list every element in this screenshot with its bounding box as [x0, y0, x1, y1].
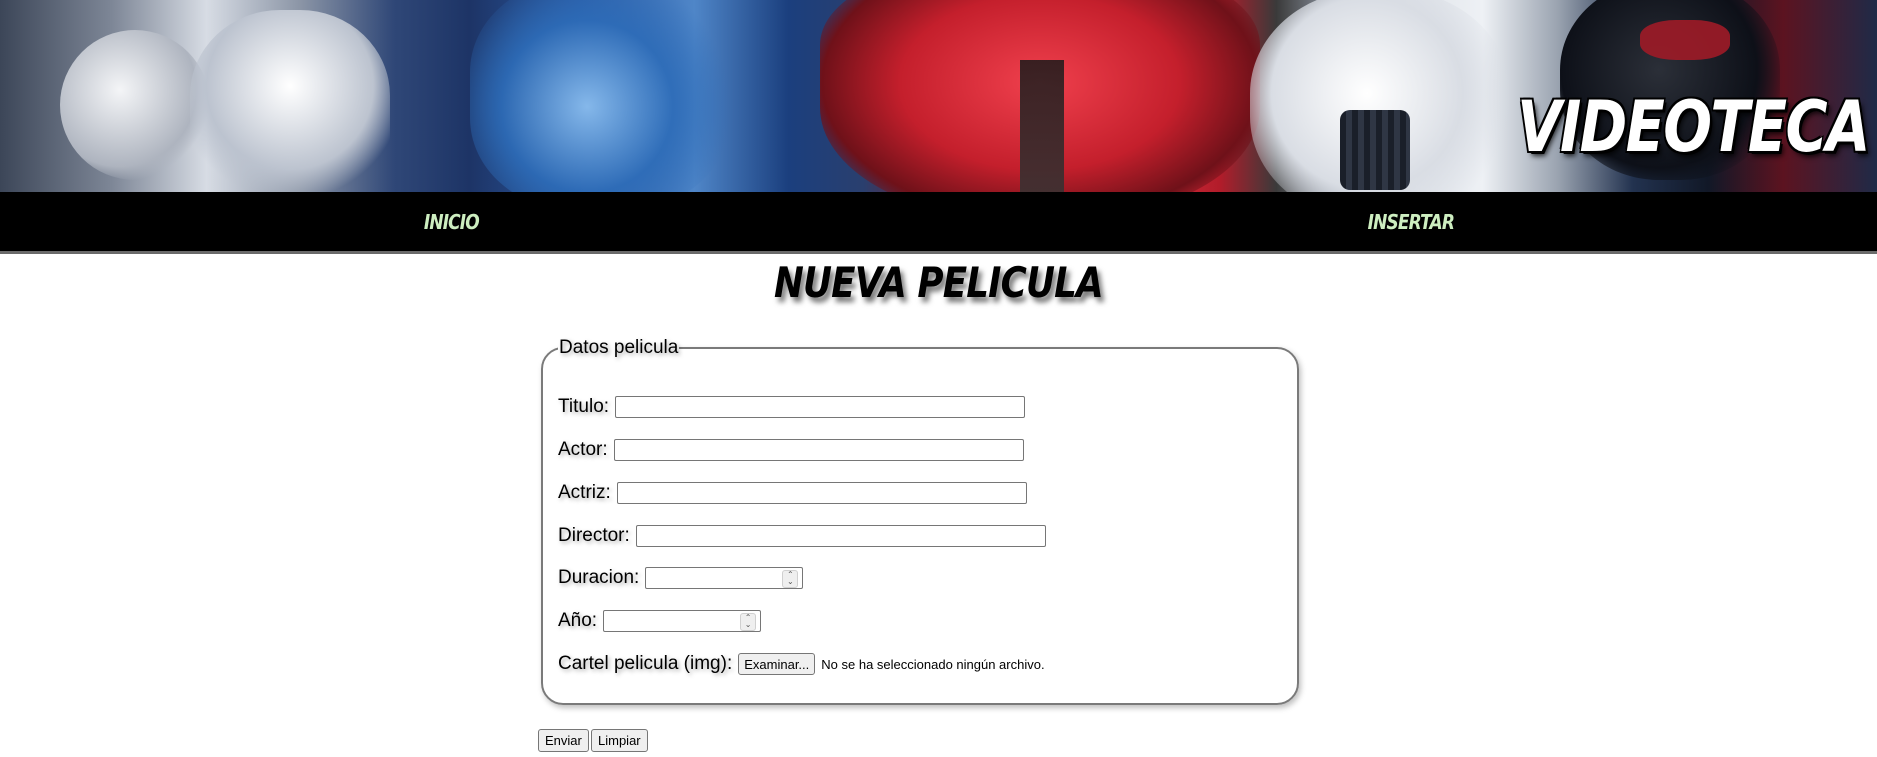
cartel-label: Cartel pelicula (img): [558, 653, 733, 674]
actriz-input[interactable] [616, 482, 1027, 504]
actor-row: Actor: [558, 437, 1024, 463]
titulo-input[interactable] [615, 396, 1026, 418]
actriz-label: Actriz: [558, 482, 611, 503]
actor-input[interactable] [613, 439, 1024, 461]
anio-label: Año: [558, 610, 598, 631]
director-row: Director: [558, 523, 1046, 549]
banner-helmet-image [1640, 20, 1730, 60]
banner-helmet-image [470, 0, 730, 192]
titulo-row: Titulo: [558, 394, 1026, 420]
duracion-input[interactable]: ⌃ ⌄ [645, 567, 804, 589]
anio-input[interactable]: ⌃ ⌄ [603, 610, 762, 632]
page-title-wrapper: NUEVA PELICULA [0, 258, 1877, 307]
site-title: VIDEOTECA [1517, 86, 1870, 168]
fieldset-legend: Datos pelicula [558, 337, 680, 359]
nav-link-insertar[interactable]: INSERTAR [1368, 210, 1455, 234]
reset-button[interactable]: Limpiar [591, 729, 648, 752]
page: VIDEOTECA INICIO INSERTAR NUEVA PELICULA… [0, 0, 1877, 757]
director-input[interactable] [635, 525, 1046, 547]
cartel-row: Cartel pelicula (img): Examinar... No se… [558, 651, 1045, 677]
nav-link-inicio[interactable]: INICIO [424, 210, 480, 234]
director-label: Director: [558, 525, 630, 546]
header-banner: VIDEOTECA [0, 0, 1877, 192]
banner-helmet-image [190, 10, 390, 192]
banner-helmet-image [60, 30, 210, 180]
page-title: NUEVA PELICULA [774, 258, 1104, 307]
file-browse-button[interactable]: Examinar... [738, 653, 816, 675]
submit-button[interactable]: Enviar [538, 729, 589, 752]
movie-data-fieldset: Datos pelicula Titulo: Actor: Actriz: Di… [541, 337, 1299, 705]
anio-row: Año: ⌃ ⌄ [558, 608, 762, 634]
spinner-arrows-icon[interactable]: ⌃ ⌄ [740, 613, 757, 631]
duracion-row: Duracion: ⌃ ⌄ [558, 565, 804, 591]
duracion-label: Duracion: [558, 567, 640, 588]
file-status-text: No se ha seleccionado ningún archivo. [821, 656, 1045, 672]
spinner-arrows-icon[interactable]: ⌃ ⌄ [782, 570, 799, 588]
main-nav: INICIO INSERTAR [0, 192, 1877, 254]
actriz-row: Actriz: [558, 480, 1027, 506]
titulo-label: Titulo: [558, 396, 610, 417]
actor-label: Actor: [558, 439, 608, 460]
banner-helmet-image [1340, 110, 1410, 190]
banner-helmet-image [1020, 60, 1064, 192]
